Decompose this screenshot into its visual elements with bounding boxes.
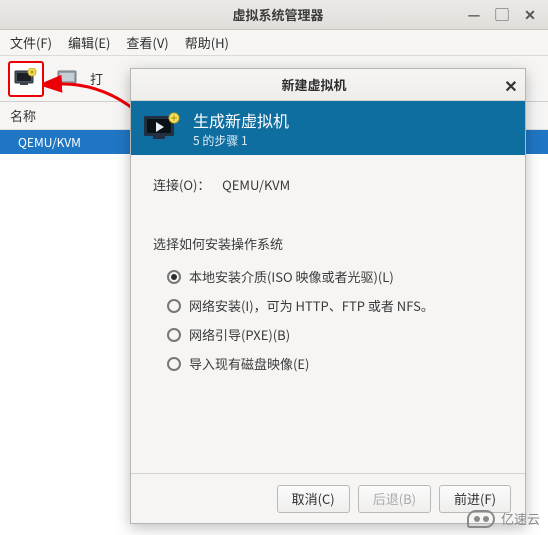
watermark-icon bbox=[467, 510, 495, 528]
install-options: 本地安装介质(ISO 映像或者光驱)(L) 网络安装(I)，可为 HTTP、FT… bbox=[153, 267, 503, 373]
connection-row: 连接(O)： QEMU/KVM bbox=[153, 175, 503, 194]
option-label: 导入现有磁盘映像(E) bbox=[189, 354, 309, 373]
menu-help[interactable]: 帮助(H) bbox=[185, 33, 229, 52]
option-pxe[interactable]: 网络引导(PXE)(B) bbox=[167, 325, 503, 344]
vm-row-name: QEMU/KVM bbox=[18, 134, 81, 151]
watermark-text: 亿速云 bbox=[501, 509, 540, 528]
minimize-icon[interactable]: — bbox=[466, 7, 482, 23]
menubar: 文件(F) 编辑(E) 查看(V) 帮助(H) bbox=[0, 30, 548, 56]
dialog-body: 连接(O)： QEMU/KVM 选择如何安装操作系统 本地安装介质(ISO 映像… bbox=[131, 155, 525, 473]
main-window-title: 虚拟系统管理器 bbox=[0, 5, 466, 24]
menu-file[interactable]: 文件(F) bbox=[10, 33, 52, 52]
option-label: 本地安装介质(ISO 映像或者光驱)(L) bbox=[189, 267, 394, 286]
menu-view[interactable]: 查看(V) bbox=[126, 33, 168, 52]
install-section-label: 选择如何安装操作系统 bbox=[153, 234, 503, 253]
connection-label: 连接(O)： bbox=[153, 175, 210, 194]
window-controls: — ▢ ✕ bbox=[466, 7, 548, 23]
radio-icon bbox=[167, 299, 181, 313]
dialog-step: 5 的步骤 1 bbox=[193, 132, 289, 149]
option-label: 网络引导(PXE)(B) bbox=[189, 325, 290, 344]
main-titlebar: 虚拟系统管理器 — ▢ ✕ bbox=[0, 0, 548, 30]
new-vm-header-icon bbox=[141, 110, 183, 146]
option-network-install[interactable]: 网络安装(I)，可为 HTTP、FTP 或者 NFS。 bbox=[167, 296, 503, 315]
open-label: 打 bbox=[90, 69, 103, 88]
dialog-titlebar: 新建虚拟机 ✕ bbox=[131, 69, 525, 101]
dialog-title: 新建虚拟机 bbox=[131, 75, 497, 94]
monitor-icon bbox=[56, 68, 80, 90]
dialog-heading: 生成新虚拟机 bbox=[193, 108, 289, 132]
new-vm-icon bbox=[14, 68, 38, 90]
radio-icon bbox=[167, 357, 181, 371]
option-local-iso[interactable]: 本地安装介质(ISO 映像或者光驱)(L) bbox=[167, 267, 503, 286]
option-label: 网络安装(I)，可为 HTTP、FTP 或者 NFS。 bbox=[189, 296, 434, 315]
back-button[interactable]: 后退(B) bbox=[358, 485, 431, 513]
radio-icon bbox=[167, 328, 181, 342]
maximize-icon[interactable]: ▢ bbox=[494, 7, 510, 23]
dialog-header: 生成新虚拟机 5 的步骤 1 bbox=[131, 101, 525, 155]
dialog-header-text: 生成新虚拟机 5 的步骤 1 bbox=[193, 108, 289, 149]
menu-edit[interactable]: 编辑(E) bbox=[68, 33, 110, 52]
option-import-disk[interactable]: 导入现有磁盘映像(E) bbox=[167, 354, 503, 373]
open-vm-button[interactable] bbox=[50, 61, 86, 97]
close-icon[interactable]: ✕ bbox=[522, 7, 538, 23]
dialog-footer: 取消(C) 后退(B) 前进(F) bbox=[131, 473, 525, 523]
new-vm-dialog: 新建虚拟机 ✕ 生成新虚拟机 5 的步骤 1 连接(O)： QEMU/KVM 选… bbox=[130, 68, 526, 524]
watermark: 亿速云 bbox=[467, 509, 540, 528]
dialog-close-button[interactable]: ✕ bbox=[497, 73, 525, 97]
connection-value: QEMU/KVM bbox=[222, 175, 290, 194]
radio-icon bbox=[167, 270, 181, 284]
cancel-button[interactable]: 取消(C) bbox=[277, 485, 350, 513]
new-vm-button[interactable] bbox=[8, 61, 44, 97]
